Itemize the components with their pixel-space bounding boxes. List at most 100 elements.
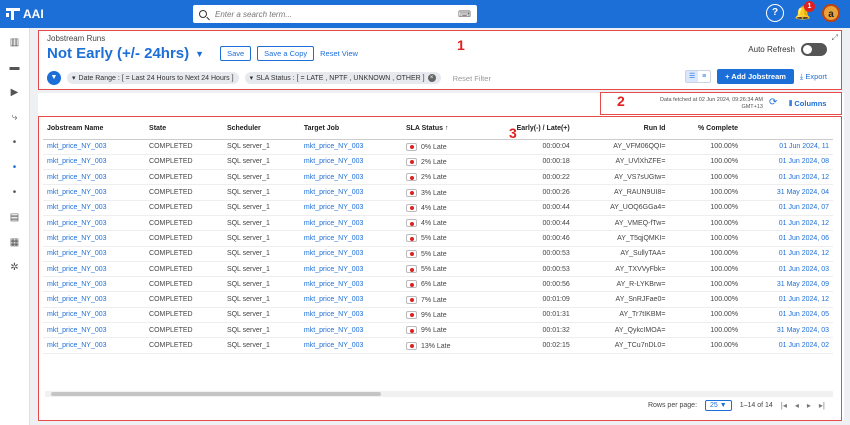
table-cell[interactable]: mkt_price_NY_003 [43,169,146,186]
column-header[interactable]: Run Id [573,119,670,140]
table-row[interactable]: mkt_price_NY_003 COMPLETED SQL server_1 mkt… [43,322,833,339]
table-row[interactable]: mkt_price_NY_003 COMPLETED SQL server_1 mkt… [43,184,833,201]
table-row[interactable]: mkt_price_NY_003 COMPLETED SQL server_1 mkt… [43,215,833,232]
filter-chip-date-range[interactable]: ▾ Date Range : [ = Last 24 Hours to Next… [67,72,239,84]
table-cell[interactable]: mkt_price_NY_003 [43,276,146,293]
table-row[interactable]: mkt_price_NY_003 COMPLETED SQL server_1 mkt… [43,261,833,278]
dot-icon[interactable]: • [0,181,29,203]
expand-icon[interactable]: ⤢ [832,33,838,43]
app-logo[interactable]: AAI [6,7,196,21]
column-header[interactable] [742,119,833,140]
table-cell[interactable]: mkt_price_NY_003 [299,200,402,216]
table-row[interactable]: mkt_price_NY_003 COMPLETED SQL server_1 mkt… [43,169,833,186]
reset-view-link[interactable]: Reset View [320,49,358,58]
keyboard-icon[interactable]: ⌨ [458,9,471,20]
table-cell[interactable]: 01 Jun 2024, 11 [742,139,833,155]
table-row[interactable]: mkt_price_NY_003 COMPLETED SQL server_1 mkt… [43,307,833,324]
table-cell[interactable]: mkt_price_NY_003 [43,230,146,247]
save-button[interactable]: Save [220,46,252,61]
column-header[interactable]: Target Job [299,119,402,140]
table-cell[interactable]: 01 Jun 2024, 12 [742,291,833,308]
refresh-icon[interactable]: ⟳ [769,97,777,108]
divider-icon[interactable]: ▬ [0,56,29,78]
auto-refresh-toggle[interactable] [801,43,827,56]
horizontal-scrollbar[interactable] [45,391,833,397]
dot-icon[interactable]: • [0,131,29,153]
column-header[interactable]: % Complete [669,119,743,140]
table-cell[interactable]: mkt_price_NY_003 [43,307,146,324]
table-cell[interactable]: mkt_price_NY_003 [43,184,146,201]
table-cell[interactable]: 01 Jun 2024, 08 [742,154,833,171]
filter-icon[interactable]: ▼ [47,71,61,85]
table-cell[interactable]: 31 May 2024, 03 [742,322,833,339]
table-cell[interactable]: mkt_price_NY_003 [43,154,146,171]
table-row[interactable]: mkt_price_NY_003 COMPLETED SQL server_1 mkt… [43,291,833,308]
table-cell[interactable]: mkt_price_NY_003 [43,139,146,155]
table-cell[interactable]: mkt_price_NY_003 [299,184,402,201]
table-cell[interactable]: 31 May 2024, 04 [742,184,833,201]
table-cell[interactable]: mkt_price_NY_003 [299,215,402,232]
table-cell[interactable]: 01 Jun 2024, 07 [742,200,833,216]
dashboard-icon[interactable]: ▥ [0,31,29,53]
table-cell[interactable]: mkt_price_NY_003 [299,322,402,339]
table-cell[interactable]: mkt_price_NY_003 [43,215,146,232]
column-header[interactable]: Jobstream Name [43,119,146,140]
table-row[interactable]: mkt_price_NY_003 COMPLETED SQL server_1 mkt… [43,154,833,171]
prev-page-icon[interactable]: ◂ [795,401,799,410]
notifications-bell-icon[interactable]: 🔔 1 [794,1,815,22]
table-cell[interactable]: mkt_price_NY_003 [299,169,402,186]
table-cell[interactable]: mkt_price_NY_003 [299,261,402,278]
table-cell[interactable]: 01 Jun 2024, 03 [742,261,833,278]
table-cell[interactable]: 31 May 2024, 09 [742,276,833,293]
column-view-icon[interactable]: ≡ [698,71,710,82]
table-row[interactable]: mkt_price_NY_003 COMPLETED SQL server_1 mkt… [43,230,833,247]
column-header[interactable]: Early(-) / Late(+) [481,119,574,140]
column-header[interactable]: State [145,119,223,140]
column-header[interactable]: SLA Status ↑ [401,119,482,140]
columns-button[interactable]: ⦀ Columns [789,99,826,109]
next-page-icon[interactable]: ▸ [807,401,811,410]
chevron-down-icon[interactable]: ▼ [195,49,204,59]
column-header[interactable]: Scheduler [222,119,300,140]
briefcase-icon[interactable]: ▤ [0,206,29,228]
filter-chip-sla-status[interactable]: ▾ SLA Status : [ = LATE , NPTF , UNKNOWN… [244,72,441,84]
export-button[interactable]: ⤓ Export [800,72,827,82]
table-cell[interactable]: 01 Jun 2024, 02 [742,337,833,354]
table-cell[interactable]: mkt_price_NY_003 [299,276,402,293]
table-cell[interactable]: 01 Jun 2024, 06 [742,230,833,247]
add-jobstream-button[interactable]: + Add Jobstream [717,69,794,84]
close-icon[interactable]: × [427,74,436,82]
table-cell[interactable]: mkt_price_NY_003 [43,246,146,262]
table-cell[interactable]: mkt_price_NY_003 [43,322,146,339]
table-cell[interactable]: mkt_price_NY_003 [43,291,146,308]
table-cell[interactable]: mkt_price_NY_003 [299,230,402,247]
table-cell[interactable]: mkt_price_NY_003 [299,307,402,324]
report-icon[interactable]: ▦ [0,231,29,253]
scrollbar-thumb[interactable] [51,392,381,396]
save-copy-button[interactable]: Save a Copy [257,46,315,61]
table-cell[interactable]: 01 Jun 2024, 05 [742,307,833,324]
table-cell[interactable]: mkt_price_NY_003 [299,154,402,171]
dot-active-icon[interactable]: • [0,156,29,178]
rows-per-page-select[interactable]: 25 ▼ [705,400,732,411]
settings-icon[interactable]: ✲ [0,256,29,278]
last-page-icon[interactable]: ▸| [819,401,825,410]
workflow-icon[interactable]: ⤷ [0,106,29,128]
page-title[interactable]: Not Early (+/- 24hrs) [47,45,189,62]
table-cell[interactable]: mkt_price_NY_003 [43,200,146,216]
table-cell[interactable]: mkt_price_NY_003 [299,291,402,308]
table-cell[interactable]: 01 Jun 2024, 12 [742,169,833,186]
avatar[interactable]: a [822,4,840,22]
reset-filter-link[interactable]: Reset Filter [453,74,491,83]
search-input[interactable]: Enter a search term... ⌨ [193,5,477,23]
table-row[interactable]: mkt_price_NY_003 COMPLETED SQL server_1 mkt… [43,276,833,293]
table-row[interactable]: mkt_price_NY_003 COMPLETED SQL server_1 mkt… [43,139,833,155]
table-row[interactable]: mkt_price_NY_003 COMPLETED SQL server_1 mkt… [43,200,833,216]
list-view-icon[interactable]: ☰ [686,71,699,82]
table-row[interactable]: mkt_price_NY_003 COMPLETED SQL server_1 mkt… [43,246,833,262]
table-cell[interactable]: mkt_price_NY_003 [299,246,402,262]
help-icon[interactable]: ? [766,4,784,22]
play-icon[interactable]: ▶ [0,81,29,103]
table-cell[interactable]: mkt_price_NY_003 [43,261,146,278]
table-cell[interactable]: mkt_price_NY_003 [299,337,402,354]
